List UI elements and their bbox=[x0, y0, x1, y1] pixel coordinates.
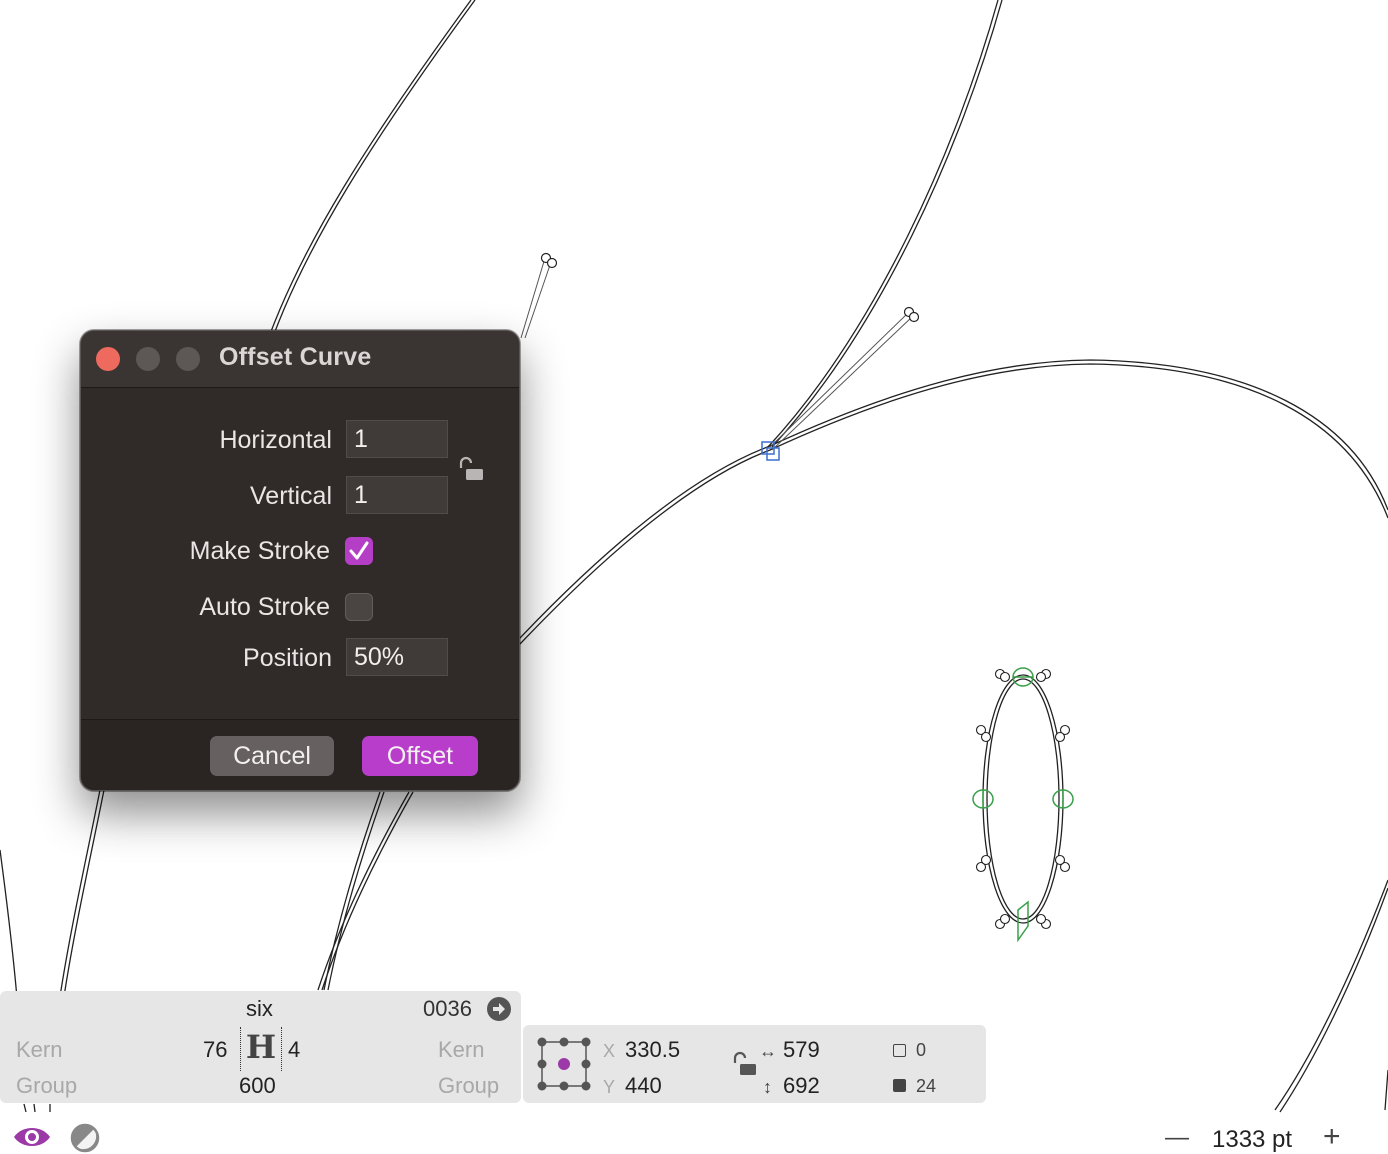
bezier-handles bbox=[520, 257, 914, 451]
rsb-value[interactable]: 4 bbox=[288, 1037, 300, 1063]
lock-open-icon[interactable] bbox=[731, 1049, 759, 1079]
width-value[interactable]: 579 bbox=[783, 1037, 820, 1063]
preview-toggle-icon[interactable] bbox=[70, 1123, 100, 1153]
height-value[interactable]: 692 bbox=[783, 1073, 820, 1099]
position-field[interactable]: 50% bbox=[346, 638, 448, 676]
stat-b-value: 24 bbox=[916, 1076, 937, 1096]
advance-width-value[interactable]: 600 bbox=[239, 1073, 276, 1099]
stat-a-value: 0 bbox=[916, 1040, 927, 1060]
dialog-footer: Cancel Offset bbox=[81, 719, 519, 790]
metrics-glyph-icon: H bbox=[240, 1027, 282, 1071]
ellipse-smooth-nodes[interactable] bbox=[972, 667, 1074, 943]
height-arrow-icon: ↕ bbox=[763, 1077, 772, 1097]
width-arrow-icon: ↔ bbox=[759, 1041, 777, 1061]
make-stroke-label: Make Stroke bbox=[189, 537, 330, 565]
x-label: X bbox=[603, 1041, 616, 1061]
glyph-name[interactable]: six bbox=[246, 996, 273, 1022]
metrics-panel: Kern Group 76 H 4 600 Kern Group bbox=[0, 1025, 521, 1103]
vertical-field[interactable]: 1 bbox=[346, 476, 448, 514]
arrow-right-circle-icon[interactable] bbox=[486, 996, 512, 1022]
close-window-button[interactable] bbox=[96, 347, 120, 371]
lock-open-icon[interactable] bbox=[457, 455, 487, 485]
zoom-value[interactable]: 1333 pt bbox=[1212, 1126, 1292, 1154]
left-group-label[interactable]: Group bbox=[16, 1073, 77, 1099]
selection-panel: X 330.5 Y 440 ↔ 579 ↕ 692 0 24 bbox=[523, 1025, 986, 1103]
open-square-icon bbox=[893, 1044, 906, 1057]
zoom-window-button[interactable] bbox=[176, 347, 200, 371]
right-group-label[interactable]: Group bbox=[438, 1073, 499, 1099]
left-kern-label[interactable]: Kern bbox=[16, 1037, 62, 1063]
ellipse-handles[interactable] bbox=[975, 668, 1071, 930]
cancel-button[interactable]: Cancel bbox=[210, 736, 334, 776]
filled-square-icon bbox=[893, 1079, 906, 1092]
y-label: Y bbox=[603, 1077, 616, 1097]
checkmark-icon bbox=[349, 541, 369, 560]
minimize-window-button[interactable] bbox=[136, 347, 160, 371]
transform-origin-icon[interactable] bbox=[537, 1037, 591, 1091]
counter-ellipse bbox=[982, 674, 1064, 924]
horizontal-label: Horizontal bbox=[219, 426, 332, 454]
auto-stroke-checkbox[interactable] bbox=[345, 593, 373, 621]
auto-stroke-label: Auto Stroke bbox=[199, 593, 330, 621]
position-label: Position bbox=[243, 644, 332, 672]
right-kern-label[interactable]: Kern bbox=[438, 1037, 484, 1063]
unicode-value[interactable]: 0036 bbox=[423, 996, 472, 1022]
zoom-out-button[interactable]: — bbox=[1165, 1124, 1189, 1152]
make-stroke-checkbox[interactable] bbox=[345, 537, 373, 565]
eye-icon[interactable] bbox=[12, 1123, 52, 1151]
offset-curve-dialog: Offset Curve Horizontal 1 Vertical 1 Mak… bbox=[80, 330, 520, 791]
offset-button[interactable]: Offset bbox=[362, 736, 478, 776]
lsb-value[interactable]: 76 bbox=[203, 1037, 227, 1063]
vertical-label: Vertical bbox=[250, 482, 332, 510]
dialog-title: Offset Curve bbox=[219, 343, 372, 371]
y-value[interactable]: 440 bbox=[625, 1073, 662, 1099]
horizontal-field[interactable]: 1 bbox=[346, 420, 448, 458]
glyph-name-bar: six 0036 bbox=[0, 991, 521, 1025]
zoom-in-button[interactable]: + bbox=[1323, 1120, 1341, 1154]
handle-points[interactable] bbox=[540, 252, 920, 323]
metrics-glyph: H bbox=[245, 1028, 277, 1066]
dialog-titlebar[interactable]: Offset Curve bbox=[81, 331, 519, 388]
x-value[interactable]: 330.5 bbox=[625, 1037, 680, 1063]
